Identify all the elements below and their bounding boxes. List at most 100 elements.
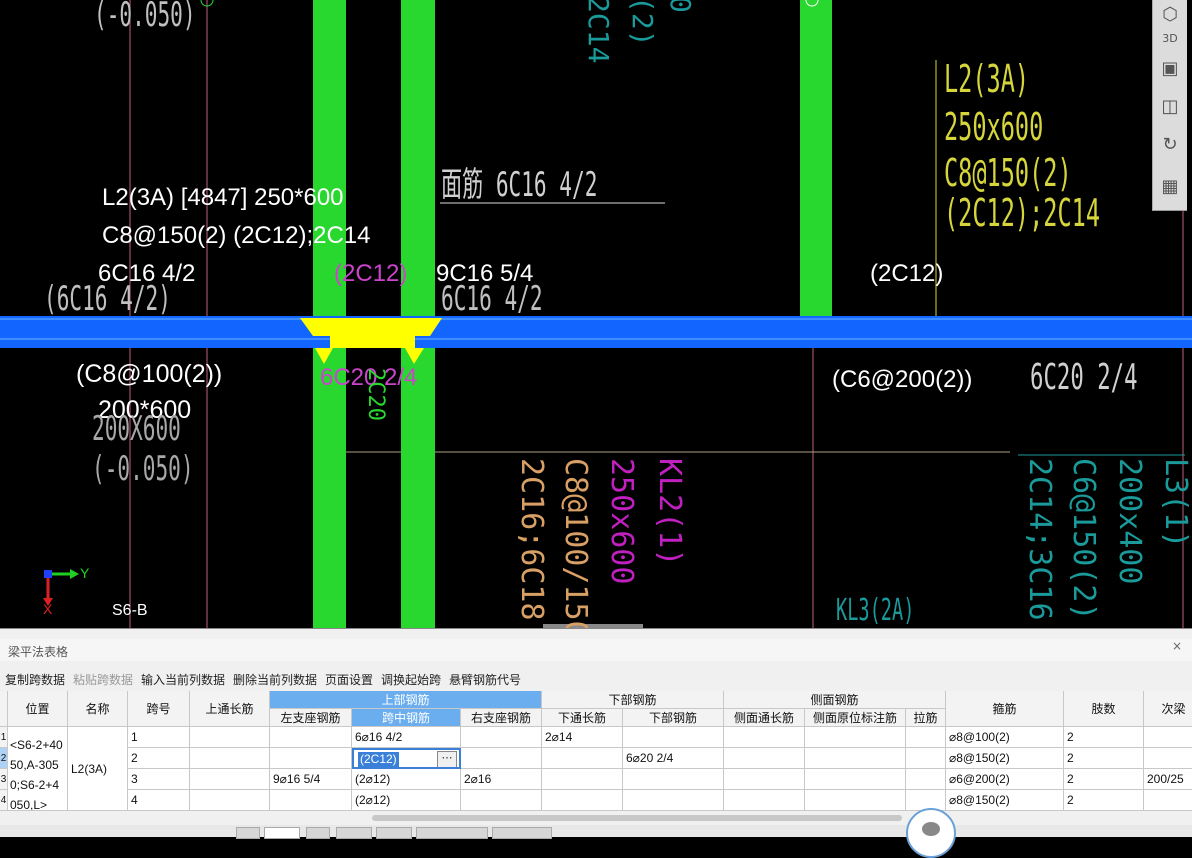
left-support-cell[interactable] xyxy=(270,748,352,769)
rotate-icon[interactable]: ↻ xyxy=(1157,132,1183,158)
side-local-cell[interactable] xyxy=(805,769,906,790)
col-header-bottom-through[interactable]: 下通长筋 xyxy=(542,709,623,727)
column[interactable] xyxy=(313,0,346,628)
toolbar-button[interactable] xyxy=(336,827,372,839)
span-cell[interactable]: 4 xyxy=(128,790,190,811)
view-3d-icon[interactable]: 3D xyxy=(1157,26,1183,52)
side-through-cell[interactable] xyxy=(724,790,805,811)
paste-span-button[interactable]: 粘贴跨数据 xyxy=(73,671,133,688)
secondary-cell[interactable] xyxy=(1144,790,1192,811)
cad-viewport[interactable]: (-0.050) L2(3A) [4847] 250*600 C8@150(2)… xyxy=(0,0,1192,628)
selected-beam[interactable] xyxy=(0,316,1192,348)
left-support-cell[interactable] xyxy=(270,790,352,811)
col-header-bottom-bars[interactable]: 下部钢筋 xyxy=(623,709,724,727)
col-header-tie[interactable]: 拉筋 xyxy=(906,709,946,727)
bottom-bars-cell[interactable]: 6⌀20 2/4 xyxy=(623,748,724,769)
bottom-bars-cell[interactable] xyxy=(623,790,724,811)
page-setup-button[interactable]: 页面设置 xyxy=(325,671,373,688)
col-header-mid-span[interactable]: 跨中钢筋 xyxy=(352,709,461,727)
delete-column-button[interactable]: 删除当前列数据 xyxy=(233,671,317,688)
bottom-through-cell[interactable] xyxy=(542,769,623,790)
input-column-button[interactable]: 输入当前列数据 xyxy=(141,671,225,688)
col-header-side-through[interactable]: 侧面通长筋 xyxy=(724,709,805,727)
legs-cell[interactable]: 2 xyxy=(1064,727,1144,748)
scrollbar-thumb[interactable] xyxy=(372,815,902,821)
position-cell[interactable]: <S6-2+4050,A-3050;S6-2+4050,L> xyxy=(8,727,68,811)
bottom-through-cell[interactable] xyxy=(542,748,623,769)
mid-span-cell[interactable]: (2⌀12) xyxy=(352,790,461,811)
side-local-cell[interactable] xyxy=(805,748,906,769)
span-cell[interactable]: 2 xyxy=(128,748,190,769)
bottom-through-cell[interactable] xyxy=(542,790,623,811)
legs-cell[interactable]: 2 xyxy=(1064,790,1144,811)
column[interactable] xyxy=(401,0,435,628)
tie-cell[interactable] xyxy=(906,769,946,790)
col-header-secondary[interactable]: 次梁 xyxy=(1144,691,1192,727)
secondary-cell[interactable] xyxy=(1144,727,1192,748)
toolbar-button[interactable] xyxy=(376,827,412,839)
col-header-top-through[interactable]: 上通长筋 xyxy=(190,691,270,727)
cube-icon[interactable]: ⬡ xyxy=(1157,2,1183,28)
mid-span-edit-value[interactable]: (2C12) xyxy=(358,752,399,767)
stirrup-cell[interactable]: ⌀8@100(2) xyxy=(946,727,1064,748)
legs-cell[interactable]: 2 xyxy=(1064,748,1144,769)
column[interactable] xyxy=(800,0,832,316)
col-header-position[interactable]: 位置 xyxy=(8,691,68,727)
bottom-through-cell[interactable]: 2⌀14 xyxy=(542,727,623,748)
toolbar-field[interactable] xyxy=(264,827,300,839)
col-header-stirrup[interactable]: 箍筋 xyxy=(946,691,1064,727)
cantilever-code-button[interactable]: 悬臂钢筋代号 xyxy=(449,671,521,688)
ellipsis-button[interactable]: ⋯ xyxy=(437,751,457,767)
right-support-cell[interactable] xyxy=(461,748,542,769)
col-header-side-local[interactable]: 侧面原位标注筋 xyxy=(805,709,906,727)
mid-span-cell[interactable]: (2⌀12) xyxy=(352,769,461,790)
assistant-icon[interactable] xyxy=(906,808,956,858)
secondary-cell[interactable]: 200/25 xyxy=(1144,769,1192,790)
top-through-cell[interactable] xyxy=(190,769,270,790)
span-cell[interactable]: 3 xyxy=(128,769,190,790)
swap-start-span-button[interactable]: 调换起始跨 xyxy=(381,671,441,688)
side-local-cell[interactable] xyxy=(805,790,906,811)
secondary-cell[interactable] xyxy=(1144,748,1192,769)
side-local-cell[interactable] xyxy=(805,727,906,748)
top-through-cell[interactable] xyxy=(190,727,270,748)
toolbar-button[interactable] xyxy=(306,827,330,839)
bottom-bars-cell[interactable] xyxy=(623,727,724,748)
box-icon[interactable]: ▣ xyxy=(1157,56,1183,82)
mid-span-cell[interactable]: 6⌀16 4/2 xyxy=(352,727,461,748)
col-header-name[interactable]: 名称 xyxy=(68,691,128,727)
copy-span-button[interactable]: 复制跨数据 xyxy=(5,671,65,688)
right-support-cell[interactable] xyxy=(461,727,542,748)
close-icon[interactable]: × xyxy=(1172,639,1182,653)
row-index: 1 xyxy=(0,727,8,748)
grid-icon[interactable]: ▦ xyxy=(1157,174,1183,200)
toolbar-button[interactable] xyxy=(416,827,488,839)
horizontal-scrollbar[interactable] xyxy=(0,813,1192,823)
name-cell[interactable]: L2(3A) xyxy=(68,727,128,811)
side-through-cell[interactable] xyxy=(724,727,805,748)
right-support-cell[interactable] xyxy=(461,790,542,811)
toolbar-button[interactable] xyxy=(236,827,260,839)
toolbar-button[interactable] xyxy=(492,827,552,839)
mid-span-edit-cell[interactable]: (2C12) ⋯ xyxy=(352,748,461,769)
box-front-icon[interactable]: ◫ xyxy=(1157,94,1183,120)
top-through-cell[interactable] xyxy=(190,748,270,769)
stirrup-cell[interactable]: ⌀8@150(2) xyxy=(946,748,1064,769)
left-support-cell[interactable] xyxy=(270,727,352,748)
col-header-legs[interactable]: 肢数 xyxy=(1064,691,1144,727)
stirrup-cell[interactable]: ⌀6@200(2) xyxy=(946,769,1064,790)
side-through-cell[interactable] xyxy=(724,769,805,790)
left-support-cell[interactable]: 9⌀16 5/4 xyxy=(270,769,352,790)
col-header-span[interactable]: 跨号 xyxy=(128,691,190,727)
span-cell[interactable]: 1 xyxy=(128,727,190,748)
tie-cell[interactable] xyxy=(906,727,946,748)
col-header-left-support[interactable]: 左支座钢筋 xyxy=(270,709,352,727)
top-through-cell[interactable] xyxy=(190,790,270,811)
side-through-cell[interactable] xyxy=(724,748,805,769)
bottom-bars-cell[interactable] xyxy=(623,769,724,790)
stirrup-cell[interactable]: ⌀8@150(2) xyxy=(946,790,1064,811)
right-support-cell[interactable]: 2⌀16 xyxy=(461,769,542,790)
tie-cell[interactable] xyxy=(906,748,946,769)
legs-cell[interactable]: 2 xyxy=(1064,769,1144,790)
col-header-right-support[interactable]: 右支座钢筋 xyxy=(461,709,542,727)
